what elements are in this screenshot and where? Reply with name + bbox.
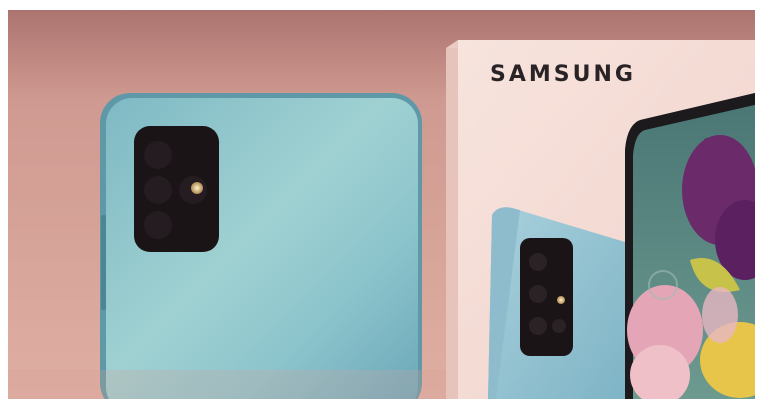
frame-right <box>755 0 759 399</box>
frame-top <box>0 0 759 10</box>
brand-logo-text: SAMSUNG <box>490 62 636 87</box>
product-box <box>446 40 759 399</box>
frame-left <box>0 0 8 399</box>
photo-scene: SAMSUNG <box>0 0 759 399</box>
phone-back <box>100 93 422 399</box>
scene-illustration <box>0 0 759 399</box>
